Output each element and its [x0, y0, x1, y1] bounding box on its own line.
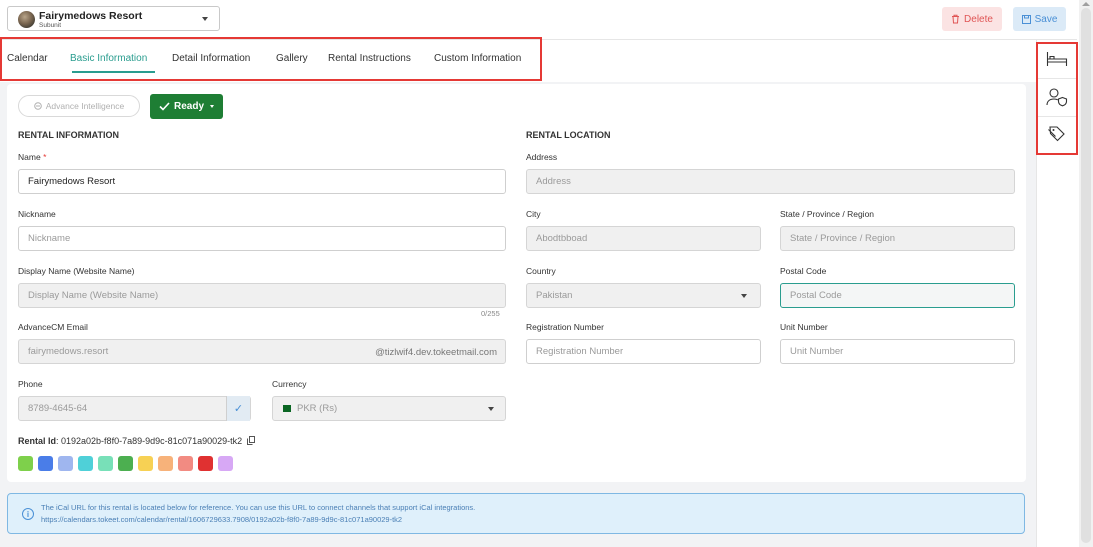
tab-calendar[interactable]: Calendar [7, 53, 48, 64]
user-shield-icon[interactable] [1045, 85, 1069, 109]
advance-intelligence-label: Advance Intelligence [45, 101, 125, 111]
tab-rental-instructions[interactable]: Rental Instructions [328, 53, 411, 64]
email-field[interactable]: fairymedows.resort @tizlwif4.dev.tokeetm… [18, 339, 506, 364]
display-name-field[interactable]: Display Name (Website Name) [18, 283, 506, 308]
delete-button[interactable]: Delete [942, 7, 1002, 31]
state-label: State / Province / Region [780, 209, 875, 219]
chevron-down-icon [488, 407, 494, 411]
tab-custom-information[interactable]: Custom Information [434, 53, 521, 64]
registration-number-field[interactable]: Registration Number [526, 339, 761, 364]
nickname-label: Nickname [18, 209, 56, 219]
phone-verified-check-icon[interactable]: ✓ [226, 396, 250, 421]
state-field[interactable]: State / Province / Region [780, 226, 1015, 251]
ai-icon [33, 102, 42, 110]
trash-icon [952, 14, 960, 24]
status-label: Ready [173, 101, 204, 112]
name-field[interactable]: Fairymedows Resort [18, 169, 506, 194]
country-label: Country [526, 266, 556, 276]
phone-label: Phone [18, 379, 43, 389]
color-swatch[interactable] [198, 456, 213, 471]
color-swatch[interactable] [98, 456, 113, 471]
copy-icon[interactable] [246, 436, 255, 445]
color-swatch[interactable] [78, 456, 93, 471]
pakistan-flag-icon [283, 405, 291, 412]
status-ready-button[interactable]: Ready [150, 94, 223, 119]
ical-url-link[interactable]: https://calendars.tokeet.com/calendar/re… [41, 515, 402, 524]
rental-id-label: Rental Id [18, 436, 57, 446]
email-domain-suffix: @tizlwif4.dev.tokeetmail.com [375, 347, 497, 358]
tab-gallery[interactable]: Gallery [276, 53, 308, 64]
email-value: fairymedows.resort [28, 346, 109, 357]
active-tab-indicator [72, 71, 155, 73]
save-label: Save [1034, 13, 1058, 25]
country-select[interactable]: Pakistan [526, 283, 761, 308]
floppy-icon [1021, 14, 1031, 24]
display-name-counter: 0/255 [481, 309, 500, 318]
postal-code-label: Postal Code [780, 266, 827, 276]
color-swatch[interactable] [178, 456, 193, 471]
scrollbar-thumb[interactable] [1081, 8, 1091, 543]
color-swatch[interactable] [38, 456, 53, 471]
nickname-field[interactable]: Nickname [18, 226, 506, 251]
rail-divider [1038, 78, 1076, 79]
advance-intelligence-button[interactable]: Advance Intelligence [18, 95, 140, 117]
subunit-selector[interactable]: Fairymedows Resort Subunit [7, 6, 220, 31]
save-button[interactable]: Save [1013, 7, 1066, 31]
bed-icon[interactable] [1045, 47, 1069, 71]
registration-number-label: Registration Number [526, 322, 604, 332]
subunit-name: Fairymedows Resort [39, 10, 143, 22]
tag-icon[interactable] [1045, 122, 1069, 146]
rail-divider [1038, 116, 1076, 117]
section-title-rental-location: RENTAL LOCATION [526, 130, 611, 140]
ical-info-banner: i The iCal URL for this rental is locate… [7, 493, 1025, 534]
color-swatch[interactable] [158, 456, 173, 471]
info-icon: i [22, 508, 34, 520]
subunit-tag: Subunit [39, 22, 62, 29]
currency-select[interactable]: PKR (Rs) [272, 396, 506, 421]
unit-number-label: Unit Number [780, 322, 828, 332]
color-swatch[interactable] [218, 456, 233, 471]
tab-basic-information[interactable]: Basic Information [70, 53, 147, 64]
color-swatch[interactable] [118, 456, 133, 471]
delete-label: Delete [964, 13, 993, 25]
currency-value: PKR (Rs) [297, 403, 338, 414]
city-field[interactable]: Abodtbboad [526, 226, 761, 251]
unit-number-field[interactable]: Unit Number [780, 339, 1015, 364]
email-label: AdvanceCM Email [18, 322, 88, 332]
scroll-up-arrow-icon[interactable] [1082, 2, 1090, 6]
required-marker: * [43, 152, 47, 162]
address-label: Address [526, 152, 558, 162]
rental-id: Rental Id: 0192a02b-f8f0-7a89-9d9c-81c07… [18, 436, 255, 446]
color-swatch[interactable] [138, 456, 153, 471]
address-field[interactable]: Address [526, 169, 1015, 194]
chevron-down-icon [210, 105, 214, 108]
name-label: Name * [18, 152, 46, 162]
app-root: Fairymedows Resort Subunit Delete Save C… [0, 0, 1093, 547]
color-swatches [18, 456, 233, 471]
tab-bar: Calendar Basic Information Detail Inform… [0, 37, 542, 81]
check-icon [159, 102, 170, 111]
chevron-down-icon [741, 294, 747, 298]
ical-info-text: The iCal URL for this rental is located … [41, 503, 476, 512]
section-title-rental-information: RENTAL INFORMATION [18, 130, 119, 140]
top-bar: Fairymedows Resort Subunit Delete Save [0, 0, 1077, 40]
tab-detail-information[interactable]: Detail Information [172, 53, 250, 64]
rental-id-value: : 0192a02b-f8f0-7a89-9d9c-81c071a90029-t… [56, 436, 243, 446]
phone-field[interactable]: 8789-4645-64 [18, 396, 251, 421]
rental-avatar [18, 11, 35, 28]
color-swatch[interactable] [18, 456, 33, 471]
name-label-text: Name [18, 152, 41, 162]
color-swatch[interactable] [58, 456, 73, 471]
chevron-down-icon [202, 17, 208, 21]
city-label: City [526, 209, 541, 219]
currency-label: Currency [272, 379, 307, 389]
postal-code-field[interactable]: Postal Code [780, 283, 1015, 308]
display-name-label: Display Name (Website Name) [18, 266, 135, 276]
